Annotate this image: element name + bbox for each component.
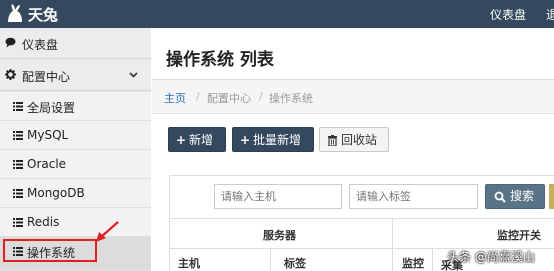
sidebar-item-label: 全局设置: [27, 101, 76, 115]
sidebar: 仪表盘 配置中心 全局设置 MySQL Oracle MongoDB Redis…: [0, 28, 151, 271]
list-icon: [13, 102, 23, 111]
annotation-arrow-icon: [96, 221, 119, 242]
sidebar-item-label: 仪表盘: [22, 38, 59, 52]
rabbit-logo-icon: [8, 4, 22, 22]
sidebar-item-mongodb[interactable]: MongoDB: [0, 179, 151, 208]
table-column-divider: [432, 248, 433, 271]
plus-icon: +: [240, 133, 251, 147]
sidebar-item-mysql[interactable]: MySQL: [0, 121, 151, 150]
table-column-monitor[interactable]: 监控: [402, 255, 424, 271]
watermark-text: 头条 @尚熹溪山: [447, 250, 535, 264]
host-search-input[interactable]: [214, 184, 342, 209]
search-icon: [494, 191, 506, 203]
top-nav-logout-link[interactable]: 退: [546, 6, 554, 23]
table-column-tag[interactable]: 标签: [284, 255, 306, 271]
list-icon: [13, 160, 23, 169]
list-icon: [13, 131, 23, 140]
sidebar-item-oracle[interactable]: Oracle: [0, 150, 151, 179]
chevron-down-icon[interactable]: [129, 72, 138, 78]
sidebar-item-label: Oracle: [27, 157, 67, 171]
sidebar-item-config-center[interactable]: 配置中心: [0, 60, 151, 91]
sidebar-item-redis[interactable]: Redis: [0, 208, 151, 237]
recycle-bin-button[interactable]: 回收站: [319, 127, 389, 152]
breadcrumb-current: 操作系统: [269, 92, 313, 105]
batch-add-button[interactable]: + 批量新增: [232, 127, 314, 152]
page-title: 操作系统 列表: [166, 50, 274, 70]
table-divider: [170, 218, 554, 219]
main-content: 操作系统 列表 主页 / 配置中心 / 操作系统 + 新增 + 批量新增 回收站: [152, 28, 554, 271]
top-navbar: 天兔 仪表盘 退: [0, 0, 554, 28]
tag-search-input[interactable]: [349, 184, 478, 209]
sidebar-item-dashboard[interactable]: 仪表盘: [0, 28, 151, 59]
annotation-highlight-box: [3, 239, 97, 262]
table-column-divider: [392, 218, 393, 271]
sidebar-item-label: Redis: [27, 215, 60, 229]
breadcrumb-config-center[interactable]: 配置中心: [207, 90, 251, 106]
breadcrumb-home-link[interactable]: 主页: [164, 90, 186, 106]
sidebar-item-global-settings[interactable]: 全局设置: [0, 92, 151, 121]
breadcrumb-separator: /: [259, 90, 263, 103]
breadcrumb: 主页 / 配置中心 / 操作系统: [152, 80, 554, 114]
clipped-action-button[interactable]: [549, 184, 554, 209]
add-button[interactable]: + 新增: [168, 127, 226, 152]
list-icon: [13, 218, 23, 227]
trash-icon: [328, 135, 337, 146]
list-icon: [13, 189, 23, 198]
table-column-divider: [270, 248, 271, 271]
sidebar-item-label: 配置中心: [22, 70, 71, 84]
sidebar-item-label: MongoDB: [27, 186, 85, 200]
plus-icon: +: [176, 133, 187, 147]
table-group-header-server: 服务器: [263, 229, 296, 242]
sidebar-item-label: MySQL: [27, 128, 69, 142]
comment-icon: [5, 37, 16, 48]
table-column-host[interactable]: 主机: [178, 255, 200, 271]
breadcrumb-separator: /: [196, 90, 200, 103]
search-button[interactable]: 搜索: [485, 184, 545, 209]
brand-name[interactable]: 天兔: [28, 4, 58, 25]
table-group-header-monitor: 监控开关: [497, 229, 541, 242]
gear-icon: [5, 69, 16, 80]
top-nav-dashboard-link[interactable]: 仪表盘: [490, 6, 526, 23]
